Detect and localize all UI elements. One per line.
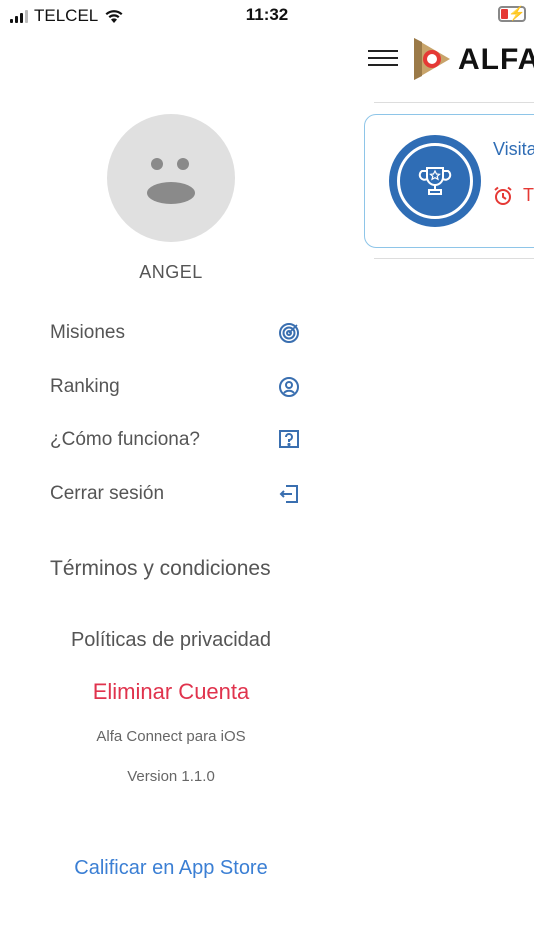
menu-item-misiones[interactable]: Misiones	[50, 318, 300, 348]
user-name: ANGEL	[139, 262, 203, 282]
card-subtitle: T	[493, 185, 534, 206]
side-drawer: ANGEL Misiones Ranking ¿Cómo funciona? C…	[0, 32, 342, 950]
menu-item-cerrar-sesion[interactable]: Cerrar sesión	[50, 479, 300, 509]
rate-app-link[interactable]: Calificar en App Store	[0, 857, 342, 880]
alarm-clock-icon	[494, 186, 512, 205]
avatar[interactable]	[107, 114, 235, 242]
trophy-icon	[418, 167, 452, 195]
card-subtitle-text: T	[523, 185, 534, 205]
menu-item-label: Ranking	[50, 376, 120, 397]
clock: 11:32	[245, 5, 289, 24]
menu-item-label: Cerrar sesión	[50, 483, 165, 504]
target-icon	[278, 322, 300, 344]
user-circle-icon	[278, 376, 300, 398]
app-name: Alfa Connect para iOS	[96, 728, 246, 745]
card-title: Visita	[493, 139, 534, 159]
status-bar: TELCEL 11:32 ⚡	[0, 0, 534, 32]
privacy-link[interactable]: Políticas de privacidad	[0, 629, 342, 652]
menu-item-como-funciona[interactable]: ¿Cómo funciona?	[50, 425, 300, 455]
trophy-badge	[389, 135, 481, 227]
logo-text: ALFA	[458, 43, 534, 76]
menu-item-label: Misiones	[50, 322, 125, 343]
menu-item-label: ¿Cómo funciona?	[50, 429, 200, 450]
question-box-icon	[278, 429, 300, 451]
alfa-logo-icon	[414, 38, 450, 80]
header-divider	[374, 102, 534, 103]
menu-item-ranking[interactable]: Ranking	[50, 372, 300, 402]
mission-card[interactable]: Visita T	[364, 114, 534, 248]
hamburger-menu-icon[interactable]	[368, 50, 398, 70]
app-version: Version 1.1.0	[127, 768, 215, 785]
card-divider	[374, 258, 534, 259]
terms-link[interactable]: Términos y condiciones	[50, 557, 271, 581]
delete-account-button[interactable]: Eliminar Cuenta	[0, 679, 342, 705]
logout-icon	[278, 483, 300, 505]
battery-icon: ⚡	[498, 5, 526, 22]
